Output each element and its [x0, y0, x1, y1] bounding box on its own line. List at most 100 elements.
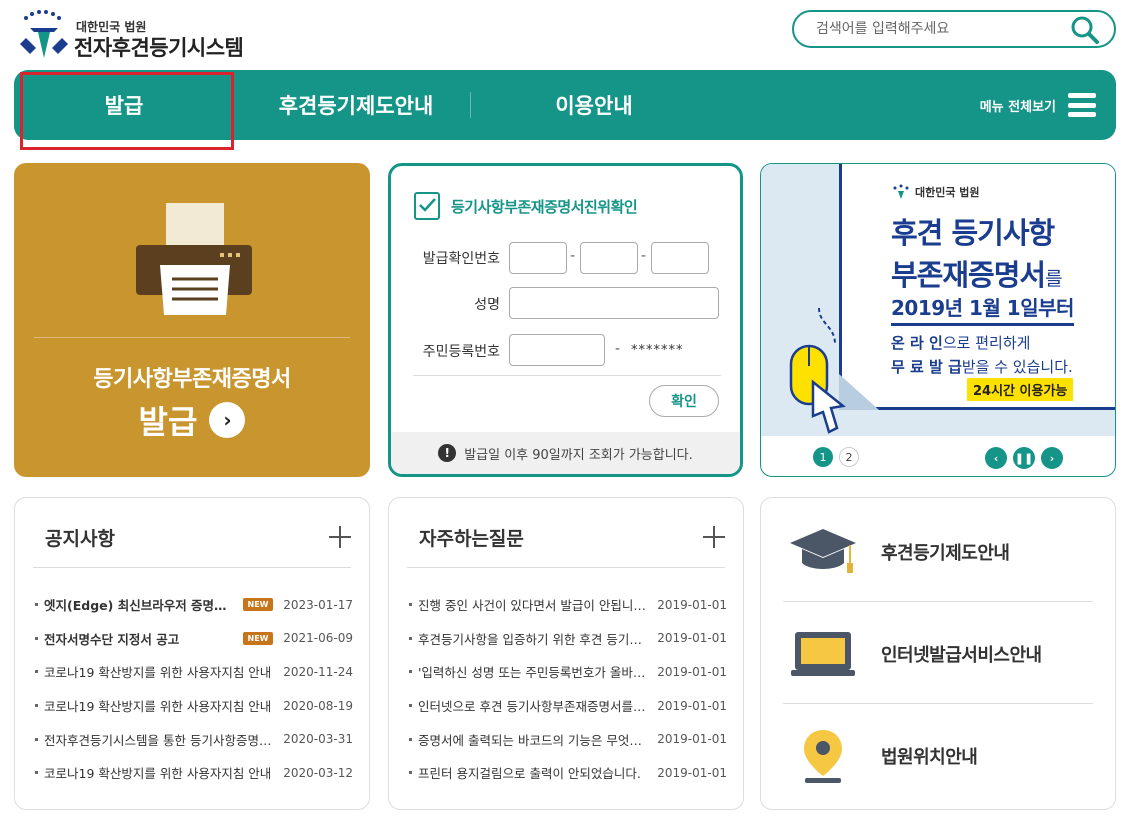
banner-page-2[interactable]: 2	[839, 447, 859, 467]
banner-page-1[interactable]: 1	[813, 447, 833, 467]
notice-item[interactable]: 코로나19 확산방지를 위한 사용자지침 안내 2020-08-19	[35, 689, 353, 723]
verify-title: 등기사항부존재증명서진위확인	[451, 197, 638, 216]
court-emblem-icon	[20, 10, 68, 58]
faq-item[interactable]: 프린터 용지걸림으로 출력이 안되었습니다. 2019-01-01	[409, 756, 727, 790]
faq-item[interactable]: '입력하신 성명 또는 주민등록번호가 올바르지 않습니다' 2019-01-0…	[409, 655, 727, 689]
new-badge: NEW	[243, 631, 273, 645]
prev-arrow-icon[interactable]: ‹	[985, 447, 1007, 469]
banner-pagination: 1 2	[813, 447, 859, 467]
nav-divider	[470, 92, 471, 118]
resident-number-mask: *******	[631, 343, 684, 358]
issue-number-field-2[interactable]	[580, 242, 638, 274]
issue-number-dash-2: -	[641, 248, 647, 264]
notice-item-title: 코로나19 확산방지를 위한 사용자지침 안내	[44, 766, 272, 782]
notice-item-date: 2021-06-09	[283, 631, 353, 646]
faq-item[interactable]: 후견등기사항을 입증하기 위한 후견 등기사항증명서는 2019-01-01	[409, 622, 727, 656]
notice-item[interactable]: 코로나19 확산방지를 위한 사용자지침 안내 2020-11-24	[35, 655, 353, 689]
search-input[interactable]	[816, 18, 1056, 40]
notice-item-date: 2020-03-12	[283, 765, 353, 780]
pause-icon[interactable]: ❚❚	[1013, 447, 1035, 469]
faq-item-date: 2019-01-01	[657, 664, 727, 679]
bullet-icon	[409, 704, 412, 708]
hamburger-icon	[1068, 93, 1096, 117]
quick-link-label: 인터넷발급서비스안내	[881, 644, 1042, 666]
bullet-icon	[409, 771, 412, 775]
issue-number-field-1[interactable]	[509, 242, 567, 274]
promo-banner[interactable]: 대한민국 법원 후견 등기사항 부존재증명서를 2019년 1월 1일부터 온 …	[760, 163, 1116, 477]
faq-item[interactable]: 인터넷으로 후견 등기사항부존재증명서를 발급받으려면 2019-01-01	[409, 689, 727, 723]
notice-list: 엣지(Edge) 최신브라우저 증명서 발급 관련 안내 NEW 2023-01…	[35, 588, 353, 790]
issue-card-title: 등기사항부존재증명서	[93, 367, 291, 392]
resident-number-dash: -	[615, 341, 621, 357]
bullet-icon	[409, 636, 412, 640]
nav-item-issue[interactable]: 발급	[24, 70, 224, 140]
confirm-button[interactable]: 확인	[649, 385, 719, 417]
nav-item-usage-guide[interactable]: 이용안내	[484, 70, 704, 140]
faq-item-title: 후견등기사항을 입증하기 위한 후견 등기사항증명서는	[418, 631, 647, 647]
banner-court-label: 대한민국 법원	[915, 186, 980, 199]
quick-link-guardianship-guide[interactable]: 후견등기제도안내	[783, 502, 1093, 602]
notice-board: 공지사항 엣지(Edge) 최신브라우저 증명서 발급 관련 안내 NEW 20…	[14, 497, 370, 810]
bullet-icon	[35, 603, 38, 607]
faq-title: 자주하는질문	[419, 528, 524, 550]
chevron-right-icon: ›	[209, 402, 246, 438]
bullet-icon	[35, 636, 38, 640]
notice-more-plus-icon[interactable]	[329, 526, 351, 548]
menu-all-button[interactable]: 메뉴 전체보기	[980, 70, 1096, 140]
issue-action: 발급 ›	[14, 397, 370, 443]
notice-item-title: 전자후견등기시스템을 통한 등기사항증명서 발급 안내	[44, 732, 273, 748]
site-logo[interactable]: 대한민국 법원 전자후견등기시스템	[16, 8, 246, 62]
authenticity-check-card: 등기사항부존재증명서진위확인 발급확인번호 - - 성명 주민등록번호 - **…	[388, 163, 743, 477]
nav-item-guardianship-guide[interactable]: 후견등기제도안내	[246, 70, 466, 140]
banner-headline-1: 후견 등기사항	[891, 216, 1055, 250]
bullet-icon	[409, 670, 412, 674]
graduation-cap-icon	[783, 522, 863, 582]
faq-item-date: 2019-01-01	[657, 631, 727, 646]
banner-controls: ‹ ❚❚ ›	[985, 447, 1063, 469]
banner-headline-2-main: 부존재증명서	[891, 258, 1046, 292]
faq-more-plus-icon[interactable]	[703, 526, 725, 548]
banner-date: 2019년 1월 1일부터	[891, 292, 1074, 326]
notice-item[interactable]: 전자후견등기시스템을 통한 등기사항증명서 발급 안내 2020-03-31	[35, 722, 353, 756]
notice-item[interactable]: 전자서명수단 지정서 공고 NEW 2021-06-09	[35, 622, 353, 656]
banner-text-2-bold: 무 료 발 급	[891, 358, 962, 376]
name-field[interactable]	[509, 287, 719, 319]
banner-hours-badge: 24시간 이용가능	[967, 378, 1074, 401]
bullet-icon	[35, 704, 38, 708]
quick-link-internet-issue-guide[interactable]: 인터넷발급서비스안내	[783, 604, 1093, 704]
faq-item-date: 2019-01-01	[657, 732, 727, 747]
faq-item-title: 진행 중인 사건이 있다면서 발급이 안됩니다.	[418, 598, 647, 614]
notice-item-date: 2020-08-19	[283, 698, 353, 713]
faq-board: 자주하는질문 진행 중인 사건이 있다면서 발급이 안됩니다. 2019-01-…	[388, 497, 744, 810]
notice-header: 공지사항	[33, 498, 351, 568]
faq-item-date: 2019-01-01	[657, 597, 727, 612]
notice-item[interactable]: 엣지(Edge) 최신브라우저 증명서 발급 관련 안내 NEW 2023-01…	[35, 588, 353, 622]
issue-number-field-3[interactable]	[651, 242, 709, 274]
faq-item[interactable]: 진행 중인 사건이 있다면서 발급이 안됩니다. 2019-01-01	[409, 588, 727, 622]
issue-number-dash-1: -	[570, 248, 576, 264]
banner-text-1: 온 라 인으로 편리하게	[891, 332, 1030, 353]
resident-number-field[interactable]	[509, 334, 605, 366]
quick-link-court-location[interactable]: 법원위치안내	[783, 706, 1093, 806]
menu-all-label: 메뉴 전체보기	[979, 99, 1056, 115]
banner-court: 대한민국 법원	[891, 184, 980, 200]
search-button[interactable]	[1070, 15, 1100, 45]
faq-item-title: 증명서에 출력되는 바코드의 기능은 무엇인가요?	[418, 732, 647, 748]
notice-item-title: 코로나19 확산방지를 위한 사용자지침 안내	[44, 699, 272, 715]
next-arrow-icon[interactable]: ›	[1041, 447, 1063, 469]
search-box	[792, 10, 1116, 48]
printer-icon	[136, 203, 252, 315]
banner-text-1-rest: 으로 편리하게	[942, 334, 1031, 352]
banner-headline-2: 부존재증명서를	[891, 252, 1063, 294]
bullet-icon	[409, 737, 412, 741]
notice-item-date: 2020-11-24	[283, 664, 353, 679]
quick-link-label: 법원위치안내	[881, 747, 978, 768]
certificate-issue-card[interactable]: 등기사항부존재증명서 발급 ›	[14, 163, 370, 477]
faq-item[interactable]: 증명서에 출력되는 바코드의 기능은 무엇인가요? 2019-01-01	[409, 722, 727, 756]
verify-divider	[413, 375, 721, 376]
notice-item[interactable]: 코로나19 확산방지를 위한 사용자지침 안내 2020-03-12	[35, 756, 353, 790]
resident-number-label: 주민등록번호	[422, 344, 500, 360]
banner-text-1-bold: 온 라 인	[891, 334, 943, 352]
logo-site-title: 전자후견등기시스템	[74, 36, 244, 60]
verify-footer-notice: 발급일 이후 90일까지 조회가 가능합니다.	[464, 447, 693, 463]
